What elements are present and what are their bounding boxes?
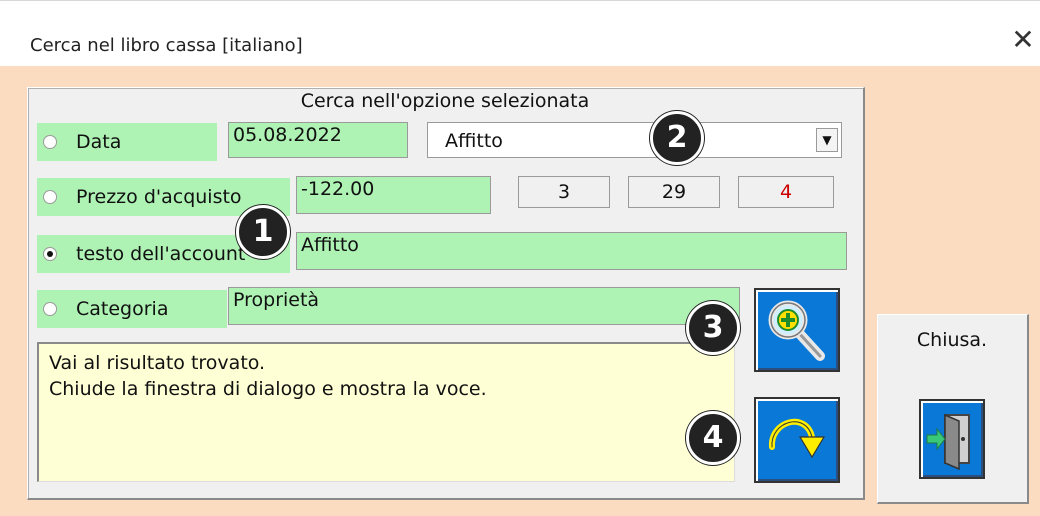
counter-total: 29	[628, 176, 720, 208]
counter-current: 3	[518, 176, 610, 208]
badge-1: 1	[236, 205, 290, 259]
account-text-field[interactable]: Affitto	[296, 232, 847, 270]
badge-4: 4	[686, 411, 740, 465]
radio-price[interactable]	[43, 190, 57, 204]
frame-caption: Cerca nell'opzione selezionata	[300, 90, 590, 112]
badge-3: 3	[686, 301, 740, 355]
search-button[interactable]	[754, 288, 840, 372]
goto-result-button[interactable]	[754, 397, 840, 483]
option-category-label: Categoria	[76, 298, 169, 320]
option-date[interactable]: Data	[37, 123, 217, 161]
info-box: Vai al risultato trovato. Chiude la fine…	[37, 342, 735, 482]
radio-account-text[interactable]	[43, 247, 57, 261]
title-bar: Cerca nel libro cassa [italiano] ✕	[0, 0, 1040, 67]
close-panel: Chiusa.	[877, 314, 1029, 504]
radio-date[interactable]	[43, 135, 57, 149]
radio-category[interactable]	[43, 302, 57, 316]
dropdown-arrow-icon[interactable]: ▼	[816, 128, 838, 152]
close-label: Chiusa.	[916, 329, 988, 351]
window-title: Cerca nel libro cassa [italiano]	[30, 35, 303, 56]
close-window-button[interactable]: ✕	[1008, 25, 1038, 55]
magnifier-plus-icon	[768, 300, 825, 361]
option-category[interactable]: Categoria	[37, 290, 227, 328]
counter-found: 4	[738, 176, 834, 208]
info-line-1: Vai al risultato trovato.	[49, 352, 266, 374]
badge-2: 2	[650, 111, 704, 165]
combobox-value: Affitto	[445, 130, 503, 152]
option-date-label: Data	[76, 131, 122, 153]
date-field[interactable]: 05.08.2022	[228, 122, 408, 158]
close-dialog-button[interactable]	[919, 399, 985, 479]
door-exit-icon	[926, 413, 970, 471]
option-price-label: Prezzo d'acquisto	[76, 186, 242, 208]
curved-arrow-icon	[769, 418, 826, 459]
price-field[interactable]: -122.00	[296, 176, 491, 214]
account-combobox[interactable]: Affitto ▼	[427, 122, 842, 158]
option-account-text-label: testo dell'account	[76, 243, 246, 265]
info-line-2: Chiude la finestra di dialogo e mostra l…	[49, 378, 487, 400]
category-field[interactable]: Proprietà	[228, 287, 740, 325]
